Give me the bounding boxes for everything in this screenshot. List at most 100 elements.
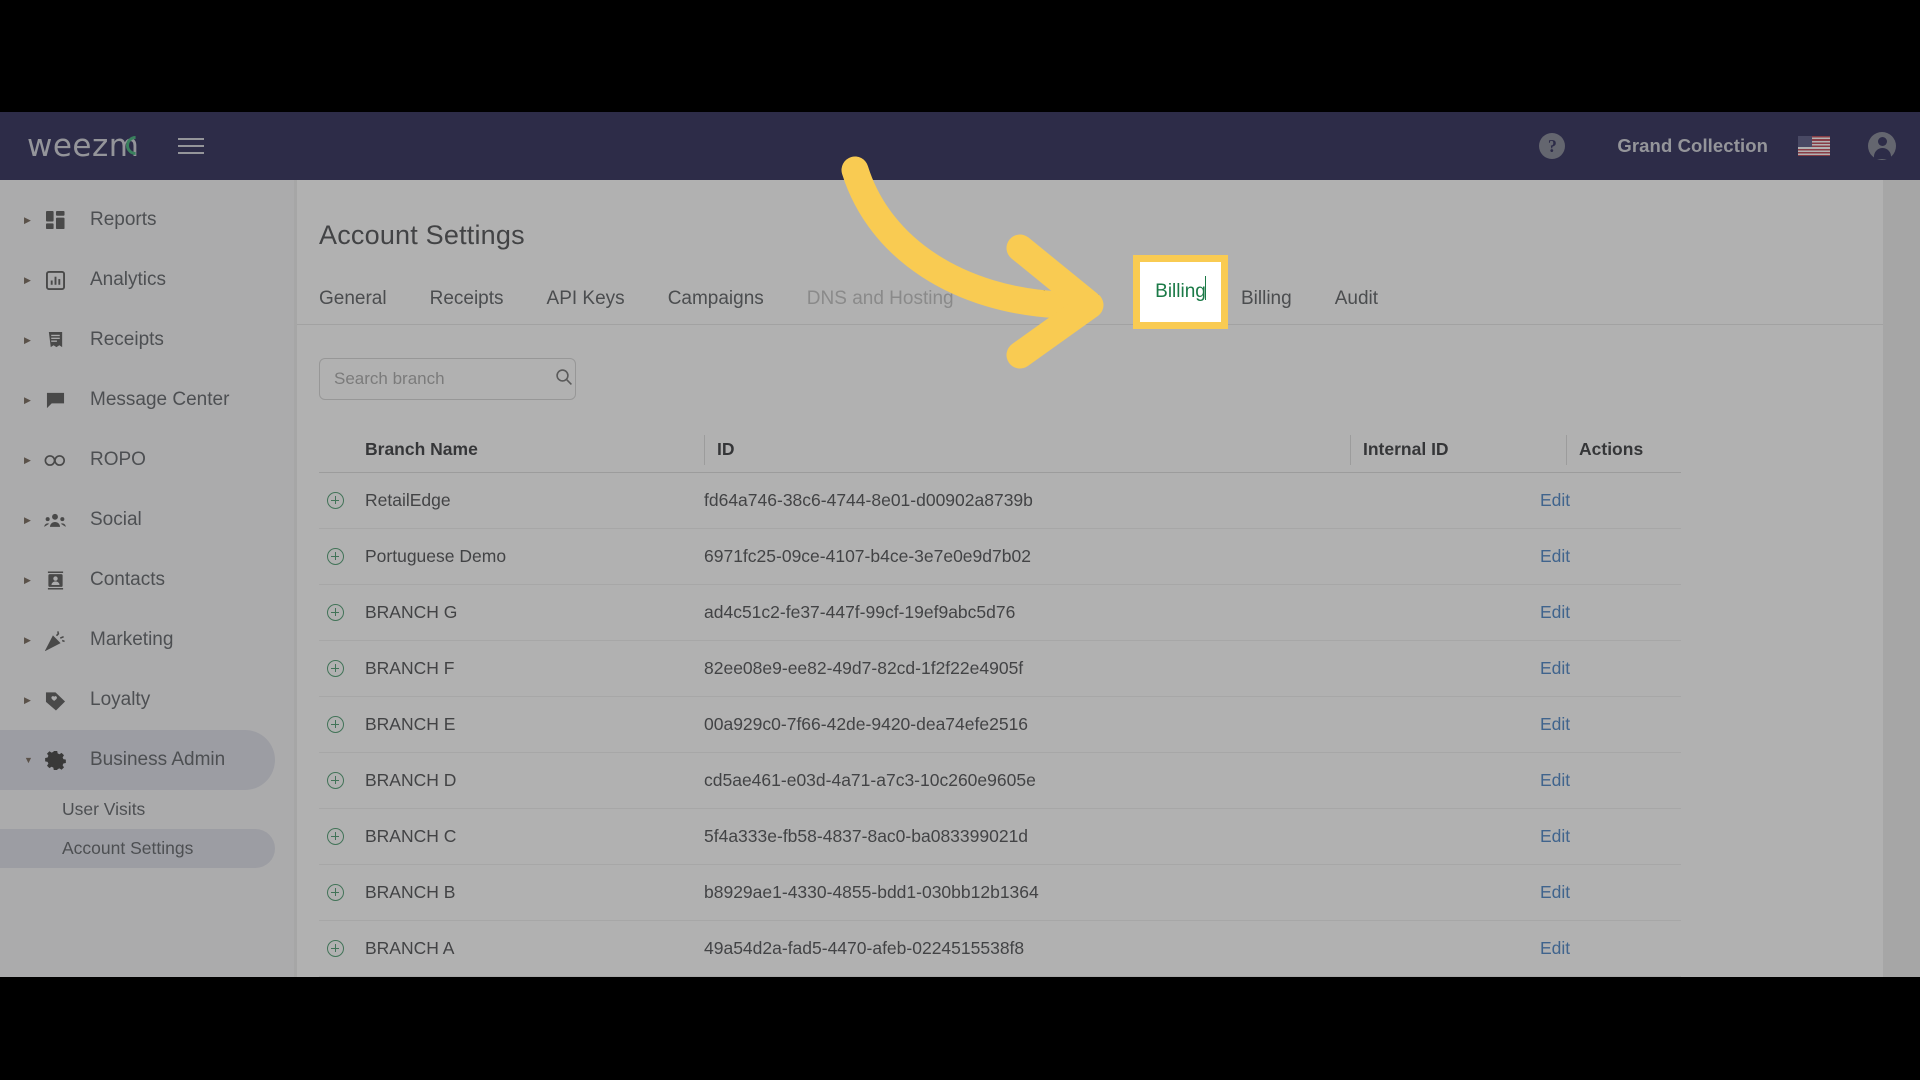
cell-branch-name: RetailEdge xyxy=(365,490,451,510)
edit-link[interactable]: Edit xyxy=(1540,714,1570,734)
edit-link[interactable]: Edit xyxy=(1540,602,1570,622)
table-row[interactable]: Portuguese Demo 6971fc25-09ce-4107-b4ce-… xyxy=(319,529,1681,585)
sidebar-item-reports[interactable]: ▶ Reports xyxy=(0,190,275,250)
account-settings-card: Account Settings General Receipts API Ke… xyxy=(297,180,1883,977)
table-row[interactable]: BRANCH G ad4c51c2-fe37-447f-99cf-19ef9ab… xyxy=(319,585,1681,641)
user-avatar-icon[interactable] xyxy=(1868,132,1896,160)
tab-receipts[interactable]: Receipts xyxy=(430,288,504,324)
cell-id: b8929ae1-4330-4855-bdd1-030bb12b1364 xyxy=(704,882,1039,902)
cell-branch-name: Portuguese Demo xyxy=(365,546,507,566)
expand-cell[interactable] xyxy=(319,884,365,901)
column-header-internal-id: Internal ID xyxy=(1363,439,1449,459)
infinity-icon xyxy=(38,451,72,470)
tab-general[interactable]: General xyxy=(319,288,387,324)
cell-id: fd64a746-38c6-4744-8e01-d00902a8739b xyxy=(704,490,1033,510)
plus-circle-icon[interactable] xyxy=(327,884,344,901)
chevron-down-icon: ▼ xyxy=(24,755,33,765)
tab-billing[interactable]: Billing xyxy=(1241,288,1292,324)
expand-cell[interactable] xyxy=(319,604,365,621)
sidebar-item-label: Receipts xyxy=(90,329,164,350)
expand-cell[interactable] xyxy=(319,772,365,789)
sidebar-subitem-user-visits[interactable]: User Visits xyxy=(0,790,275,829)
cell-id: 5f4a333e-fb58-4837-8ac0-ba083399021d xyxy=(704,826,1029,846)
edit-link[interactable]: Edit xyxy=(1540,826,1570,846)
table-row[interactable]: BRANCH F 82ee08e9-ee82-49d7-82cd-1f2f22e… xyxy=(319,641,1681,697)
sidebar-item-ropo[interactable]: ▶ ROPO xyxy=(0,430,275,490)
sidebar-item-social[interactable]: ▶ Social xyxy=(0,490,275,550)
plus-circle-icon[interactable] xyxy=(327,828,344,845)
header-divider xyxy=(1566,434,1567,465)
tab-api-keys[interactable]: API Keys xyxy=(547,288,625,324)
cell-branch-name: BRANCH E xyxy=(365,714,456,734)
dashboard-grid-icon xyxy=(38,210,72,230)
gear-icon xyxy=(38,750,72,771)
cell-id: ad4c51c2-fe37-447f-99cf-19ef9abc5d76 xyxy=(704,602,1016,622)
plus-circle-icon[interactable] xyxy=(327,772,344,789)
column-header-actions: Actions xyxy=(1579,439,1644,459)
cell-id: 49a54d2a-fad5-4470-afeb-0224515538f8 xyxy=(704,938,1025,958)
weezmo-logo[interactable]: weezm xyxy=(27,112,150,180)
tab-permissions[interactable]: Permissions xyxy=(997,288,1100,324)
expand-cell[interactable] xyxy=(319,716,365,733)
tab-campaigns[interactable]: Campaigns xyxy=(668,288,764,324)
billing-tab-highlight-label[interactable]: Billing xyxy=(1133,255,1228,329)
sidebar-item-message-center[interactable]: ▶ Message Center xyxy=(0,370,275,430)
table-row[interactable]: BRANCH A 49a54d2a-fad5-4470-afeb-0224515… xyxy=(319,921,1681,977)
sidebar-item-label: Business Admin xyxy=(90,749,226,770)
table-row[interactable]: BRANCH E 00a929c0-7f66-42de-9420-dea74ef… xyxy=(319,697,1681,753)
us-flag-icon[interactable] xyxy=(1798,136,1830,156)
chevron-right-icon: ▶ xyxy=(24,334,31,345)
chevron-right-icon: ▶ xyxy=(24,394,31,405)
plus-circle-icon[interactable] xyxy=(327,604,344,621)
account-name-label[interactable]: Grand Collection xyxy=(1617,135,1768,157)
cell-id: cd5ae461-e03d-4a71-a7c3-10c260e9605e xyxy=(704,770,1036,790)
sidebar-item-loyalty[interactable]: ▶ Loyalty xyxy=(0,670,275,730)
edit-link[interactable]: Edit xyxy=(1540,938,1570,958)
party-popper-icon xyxy=(38,630,72,651)
sidebar-item-label: Marketing xyxy=(90,629,174,650)
plus-circle-icon[interactable] xyxy=(327,716,344,733)
search-input[interactable] xyxy=(334,369,555,389)
sidebar-item-business-admin[interactable]: ▼ Business Admin xyxy=(0,730,275,790)
edit-link[interactable]: Edit xyxy=(1540,546,1570,566)
content-area: Account Settings General Receipts API Ke… xyxy=(294,180,1920,977)
people-group-icon xyxy=(38,511,72,530)
expand-cell[interactable] xyxy=(319,492,365,509)
tab-audit[interactable]: Audit xyxy=(1335,288,1378,324)
plus-circle-icon[interactable] xyxy=(327,548,344,565)
plus-circle-icon[interactable] xyxy=(327,492,344,509)
expand-cell[interactable] xyxy=(319,940,365,957)
sidebar-item-analytics[interactable]: ▶ Analytics xyxy=(0,250,275,310)
hamburger-menu-icon[interactable] xyxy=(178,138,205,154)
tab-dns-and-hosting[interactable]: DNS and Hosting xyxy=(807,288,954,324)
plus-circle-icon[interactable] xyxy=(327,660,344,677)
sidebar-item-marketing[interactable]: ▶ Marketing xyxy=(0,610,275,670)
table-row[interactable]: BRANCH D cd5ae461-e03d-4a71-a7c3-10c260e… xyxy=(319,753,1681,809)
search-branch-box[interactable] xyxy=(319,358,576,400)
edit-link[interactable]: Edit xyxy=(1540,770,1570,790)
chevron-right-icon: ▶ xyxy=(24,634,31,645)
expand-cell[interactable] xyxy=(319,660,365,677)
chat-bubble-icon xyxy=(38,391,72,410)
expand-cell[interactable] xyxy=(319,828,365,845)
cell-branch-name: BRANCH F xyxy=(365,658,455,678)
contact-card-icon xyxy=(38,570,72,590)
chevron-right-icon: ▶ xyxy=(24,274,31,285)
top-navbar: weezm ? Grand Collection xyxy=(0,112,1920,180)
sidebar-subitem-account-settings[interactable]: Account Settings xyxy=(0,829,275,868)
sidebar-item-contacts[interactable]: ▶ Contacts xyxy=(0,550,275,610)
header-divider xyxy=(704,434,705,465)
plus-circle-icon[interactable] xyxy=(327,940,344,957)
help-question-icon[interactable]: ? xyxy=(1539,133,1566,159)
table-row[interactable]: BRANCH B b8929ae1-4330-4855-bdd1-030bb12… xyxy=(319,865,1681,921)
search-icon[interactable] xyxy=(555,368,573,391)
table-row[interactable]: BRANCH C 5f4a333e-fb58-4837-8ac0-ba08339… xyxy=(319,809,1681,865)
sidebar-item-label: ROPO xyxy=(90,449,146,470)
edit-link[interactable]: Edit xyxy=(1540,490,1570,510)
sidebar-item-receipts[interactable]: ▶ Receipts xyxy=(0,310,275,370)
edit-link[interactable]: Edit xyxy=(1540,882,1570,902)
cell-id: 6971fc25-09ce-4107-b4ce-3e7e0e9d7b02 xyxy=(704,546,1031,566)
expand-cell[interactable] xyxy=(319,548,365,565)
edit-link[interactable]: Edit xyxy=(1540,658,1570,678)
table-row[interactable]: RetailEdge fd64a746-38c6-4744-8e01-d0090… xyxy=(319,473,1681,529)
